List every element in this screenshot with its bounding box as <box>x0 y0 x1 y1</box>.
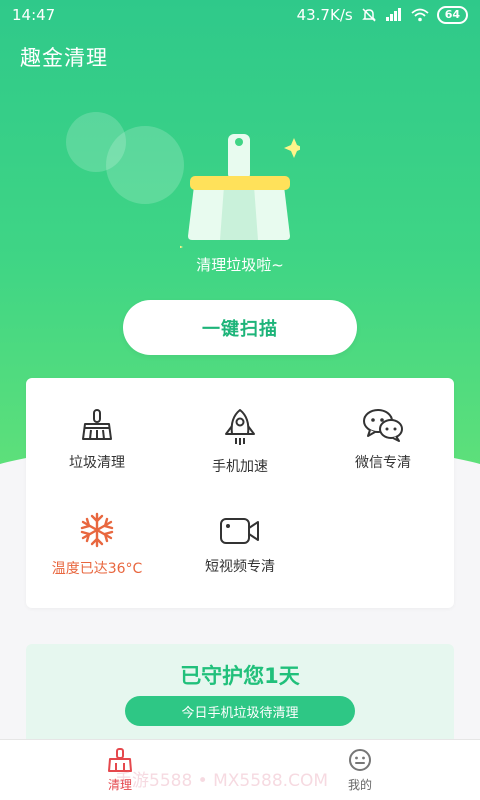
protection-days-title: 已守护您1天 <box>180 664 300 688</box>
tool-phone-boost[interactable]: 手机加速 <box>169 378 311 478</box>
wifi-icon <box>411 8 429 22</box>
tool-junk-clean[interactable]: 垃圾清理 <box>26 378 168 478</box>
tool-label: 垃圾清理 <box>69 455 125 471</box>
snowflake-icon <box>80 512 114 548</box>
network-speed: 43.7K/s <box>296 6 353 24</box>
decor-bubble <box>106 126 184 204</box>
nav-tab-label: 我的 <box>347 778 372 792</box>
nav-tab-label: 清理 <box>107 778 132 792</box>
tools-card: 垃圾清理 手机加速 微信专清 温度已达36°C 短视频专清 <box>26 378 454 608</box>
video-camera-icon <box>220 518 259 544</box>
smiley-face-icon <box>349 749 371 771</box>
pending-junk-button[interactable]: 今日手机垃圾待清理 <box>125 696 355 726</box>
tool-label: 微信专清 <box>355 455 411 471</box>
protection-card: 已守护您1天 今日手机垃圾待清理 <box>26 644 454 744</box>
wechat-icon <box>363 409 403 442</box>
broom-icon <box>82 409 112 440</box>
nav-tab-clean[interactable]: 清理 <box>90 748 150 793</box>
broom-illustration <box>180 134 300 248</box>
tool-short-video-clean[interactable]: 短视频专清 <box>169 480 311 580</box>
hero-caption: 清理垃圾啦~ <box>196 256 284 274</box>
tool-label: 短视频专清 <box>205 559 275 575</box>
clean-tab-icon <box>108 748 132 772</box>
tool-wechat-clean[interactable]: 微信专清 <box>312 378 454 478</box>
status-bar: 14:47 43.7K/s 64 <box>0 0 480 30</box>
tool-label: 手机加速 <box>212 459 268 475</box>
mute-bell-icon <box>361 8 376 22</box>
rocket-icon <box>225 409 255 445</box>
tool-label: 温度已达36°C <box>51 561 143 577</box>
bottom-nav: 清理 我的 <box>0 739 480 800</box>
one-click-scan-button[interactable]: 一键扫描 <box>123 300 357 355</box>
signal-icon <box>385 8 401 21</box>
status-time: 14:47 <box>12 6 56 24</box>
status-icons: 43.7K/s 64 <box>297 6 468 24</box>
tool-temperature[interactable]: 温度已达36°C <box>26 480 168 580</box>
battery-indicator: 64 <box>436 6 468 24</box>
app-title: 趣金清理 <box>20 46 108 70</box>
nav-tab-mine[interactable]: 我的 <box>330 748 390 793</box>
